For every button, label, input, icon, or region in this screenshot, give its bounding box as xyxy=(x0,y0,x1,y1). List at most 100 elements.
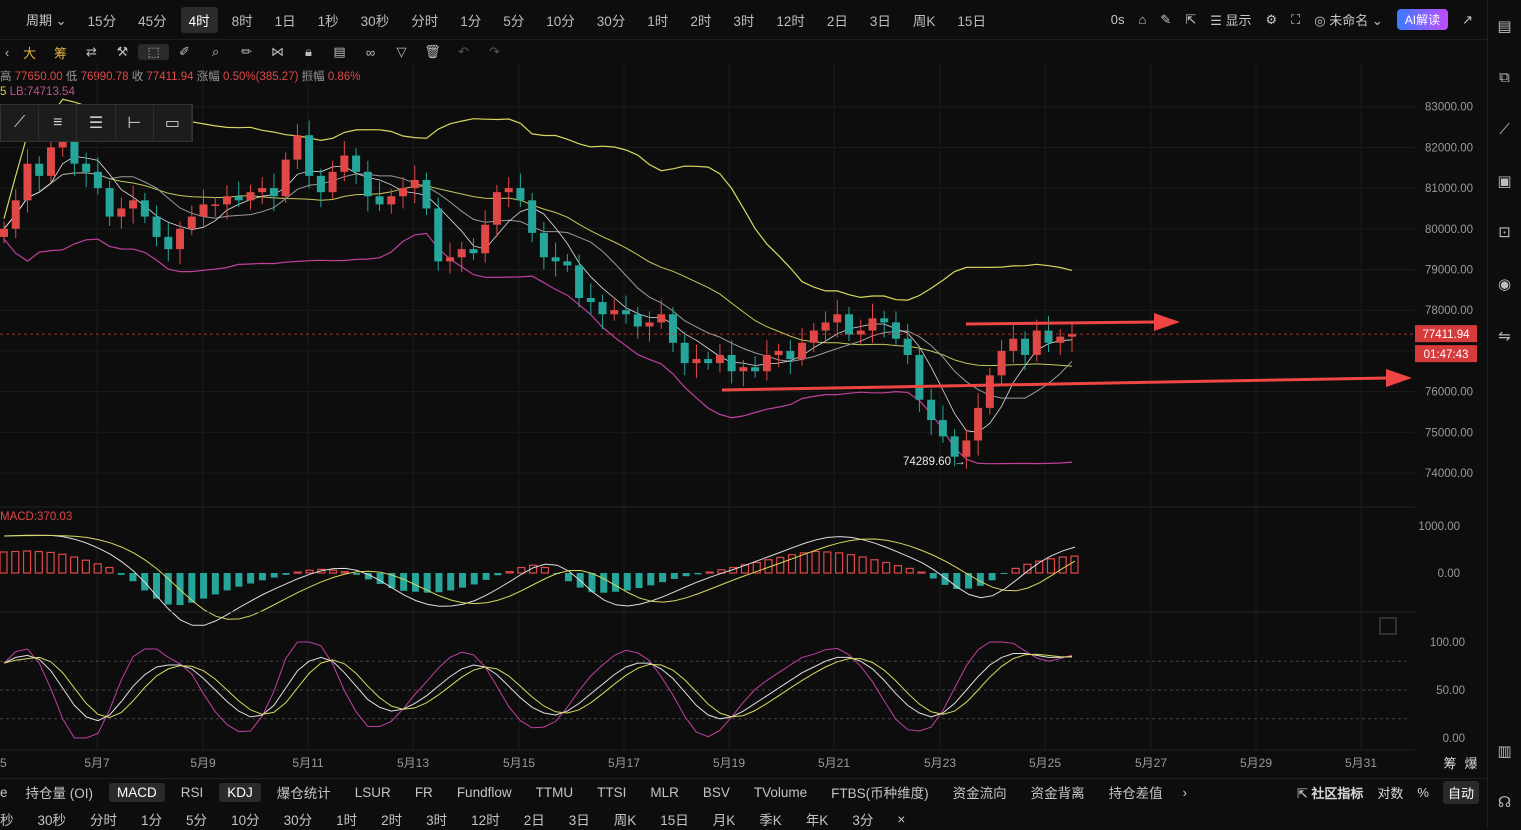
bottom-timeframe-12[interactable]: 3日 xyxy=(557,809,602,829)
indicator-tab-6[interactable]: LSUR xyxy=(343,785,403,800)
zoom-icon[interactable]: ⌕ xyxy=(200,44,231,60)
chip-toggle[interactable]: 筹 xyxy=(45,43,76,62)
timeframe-5[interactable]: 1秒 xyxy=(307,10,350,30)
compare-icon[interactable]: ⇄ xyxy=(76,44,107,60)
bottom-timeframe-8[interactable]: 2时 xyxy=(369,809,414,829)
bottom-timeframe-16[interactable]: 季K xyxy=(747,809,794,829)
indicator-tab-0[interactable]: e xyxy=(0,785,14,800)
redo-icon[interactable]: ↷ xyxy=(479,44,510,60)
hlines-tool-icon[interactable]: ☰ xyxy=(77,104,116,142)
indicator-tab-12[interactable]: BSV xyxy=(691,785,742,800)
filter-icon[interactable]: ▽ xyxy=(386,44,417,60)
big-toggle[interactable]: 大 xyxy=(14,43,45,62)
bottom-timeframe-9[interactable]: 3时 xyxy=(414,809,459,829)
indicator-tab-2[interactable]: MACD xyxy=(109,782,165,802)
orderbook-icon[interactable]: ▤ xyxy=(1497,0,1511,52)
camera-icon[interactable]: ⌂ xyxy=(1139,12,1147,27)
timeframe-6[interactable]: 30秒 xyxy=(350,10,401,30)
indicator-tab-17[interactable]: 持仓差值 xyxy=(1097,782,1175,802)
timeframe-11[interactable]: 30分 xyxy=(586,10,637,30)
period-dropdown[interactable]: 周期 ⌄ xyxy=(0,10,77,29)
bottom-timeframe-11[interactable]: 2日 xyxy=(512,809,557,829)
indicator-tab-16[interactable]: 资金背离 xyxy=(1019,782,1097,802)
rect-tool-icon[interactable]: ▭ xyxy=(154,104,193,142)
timeframe-16[interactable]: 2日 xyxy=(816,10,859,30)
timeframe-17[interactable]: 3日 xyxy=(859,10,902,30)
indicator-tab-4[interactable]: KDJ xyxy=(219,782,261,802)
cursor-icon[interactable]: ⬚ xyxy=(138,44,169,60)
indicator-tab-1[interactable]: 持仓量 (OI) xyxy=(14,782,106,802)
auto-scale-toggle[interactable]: 自动 xyxy=(1442,780,1479,804)
indicator-tab-10[interactable]: TTSI xyxy=(585,785,638,800)
timeframe-4[interactable]: 1日 xyxy=(264,10,307,30)
cross-tool-icon[interactable]: ⊢ xyxy=(116,104,154,142)
bottom-timeframe-4[interactable]: 5分 xyxy=(174,809,219,829)
ai-analysis-button[interactable]: AI解读 xyxy=(1396,9,1449,30)
pencil-icon[interactable]: ✎ xyxy=(1160,12,1171,28)
magnet-icon[interactable]: ⋈ xyxy=(262,44,293,60)
bottom-timeframe-6[interactable]: 30分 xyxy=(272,809,325,829)
bottom-timeframe-13[interactable]: 周K xyxy=(602,809,649,829)
lock-icon[interactable]: 🔒︎ xyxy=(293,44,324,60)
tabs-more-icon[interactable]: › xyxy=(1175,785,1195,800)
timeframe-3[interactable]: 8时 xyxy=(221,10,264,30)
fullscreen-icon[interactable]: ⛶ xyxy=(1291,12,1300,28)
log-scale-toggle[interactable]: 对数 xyxy=(1377,783,1403,802)
indicator-tab-11[interactable]: MLR xyxy=(638,785,691,800)
bottom-timeframe-14[interactable]: 15日 xyxy=(648,809,701,829)
bottom-timeframe-18[interactable]: 3分 xyxy=(840,809,885,829)
indicator-tab-15[interactable]: 资金流向 xyxy=(941,782,1019,802)
bottom-timeframe-1[interactable]: 30秒 xyxy=(26,809,79,829)
layers-icon[interactable]: ⧉ xyxy=(1499,52,1510,104)
layout-dropdown[interactable]: ◎ 未命名 ⌄ xyxy=(1314,10,1383,29)
timeframe-9[interactable]: 5分 xyxy=(492,10,535,30)
timeframe-8[interactable]: 1分 xyxy=(449,10,492,30)
bottom-timeframe-2[interactable]: 分时 xyxy=(78,809,129,829)
timeframe-0[interactable]: 15分 xyxy=(77,10,128,30)
indicator-tab-5[interactable]: 爆仓统计 xyxy=(265,782,343,802)
bottom-timeframe-15[interactable]: 月K xyxy=(701,809,748,829)
timeframe-19[interactable]: 15日 xyxy=(946,10,997,30)
line-tool-icon[interactable]: ⟋ xyxy=(1,104,40,142)
bottom-timeframe-17[interactable]: 年K xyxy=(794,809,841,829)
trash-icon[interactable]: 🗑︎ xyxy=(417,44,448,60)
indicator-tab-13[interactable]: TVolume xyxy=(742,785,819,800)
headset-icon[interactable]: ☊ xyxy=(1498,776,1511,828)
undo-icon[interactable]: ↶ xyxy=(448,44,479,60)
display-button[interactable]: ☰ 显示 xyxy=(1210,10,1251,29)
bot-icon[interactable]: ◉ xyxy=(1498,258,1511,310)
ruler-icon[interactable]: ✐ xyxy=(169,44,200,60)
timeframe-2[interactable]: 4时 xyxy=(180,6,218,33)
bottom-timeframe-0[interactable]: 秒 xyxy=(0,809,26,829)
collapse-icon[interactable]: ‹ xyxy=(0,45,14,60)
note-icon[interactable]: ▤ xyxy=(324,44,355,60)
link-icon[interactable]: ∞ xyxy=(355,45,386,60)
bottom-timeframe-3[interactable]: 1分 xyxy=(129,809,174,829)
bottom-timeframe-7[interactable]: 1时 xyxy=(324,809,369,829)
trend-icon[interactable]: ⟋ xyxy=(1499,103,1510,155)
export-icon[interactable]: ⇱ xyxy=(1185,12,1196,28)
bottom-timeframe-10[interactable]: 12时 xyxy=(459,809,512,829)
timeframe-14[interactable]: 3时 xyxy=(722,10,765,30)
indicator-tab-8[interactable]: Fundflow xyxy=(445,785,524,800)
bottom-timeframe-5[interactable]: 10分 xyxy=(219,809,272,829)
indicator-tab-3[interactable]: RSI xyxy=(169,785,216,800)
share-icon[interactable]: ↗ xyxy=(1462,12,1473,28)
timeframe-1[interactable]: 45分 xyxy=(127,10,178,30)
timeframe-12[interactable]: 1时 xyxy=(636,10,679,30)
monitor-icon[interactable]: ▣ xyxy=(1497,155,1511,207)
brush-icon[interactable]: ✏ xyxy=(231,44,262,60)
parallel-tool-icon[interactable]: ≡ xyxy=(39,104,78,142)
indicator-tab-7[interactable]: FR xyxy=(403,785,445,800)
percent-scale-toggle[interactable]: % xyxy=(1417,785,1429,800)
timeframe-13[interactable]: 2时 xyxy=(679,10,722,30)
indicator-tab-9[interactable]: TTMU xyxy=(524,785,586,800)
community-indicators-button[interactable]: ⇱ 社区指标 xyxy=(1297,783,1364,802)
bottom-timeframe-19[interactable]: × xyxy=(885,812,917,827)
timeframe-10[interactable]: 10分 xyxy=(535,10,586,30)
indicator-tab-14[interactable]: FTBS(币种维度) xyxy=(819,782,941,802)
magic-icon[interactable]: ⚒ xyxy=(107,44,138,60)
settings-gear-icon[interactable]: ⚙ xyxy=(1265,12,1277,28)
grid-layout-icon[interactable]: ▥ xyxy=(1497,725,1511,777)
timeframe-18[interactable]: 周K xyxy=(902,10,947,30)
